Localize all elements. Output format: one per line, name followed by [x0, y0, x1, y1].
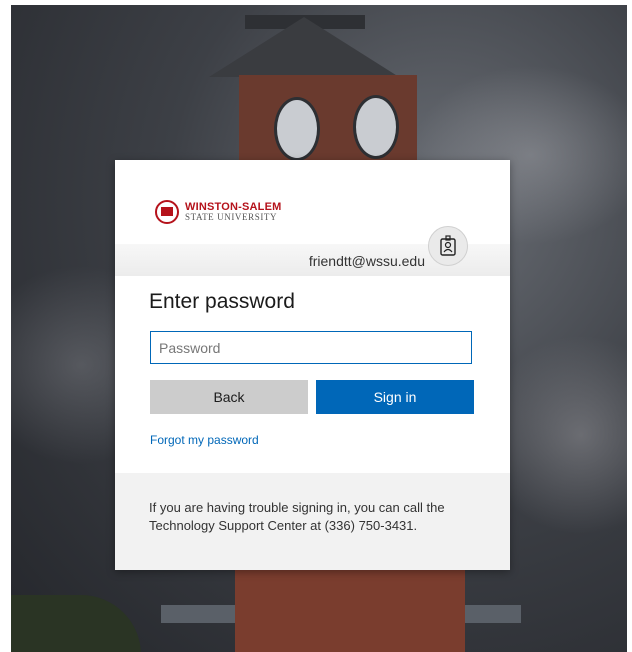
logo-subtitle: STATE UNIVERSITY [185, 212, 278, 222]
tower-roof [209, 17, 399, 77]
trees [11, 595, 141, 652]
logo-text: WINSTON-SALEM STATE UNIVERSITY [185, 201, 282, 223]
logo-emblem-icon [155, 200, 179, 224]
logo-name: WINSTON-SALEM [185, 201, 282, 213]
password-input[interactable] [150, 331, 472, 364]
account-email: friendtt@wssu.edu [308, 253, 425, 269]
clock-face-icon [353, 95, 399, 159]
sign-in-card: WINSTON-SALEM STATE UNIVERSITY friendtt@… [115, 160, 510, 570]
support-message: If you are having trouble signing in, yo… [149, 500, 445, 533]
help-footer: If you are having trouble signing in, yo… [115, 473, 510, 570]
sign-in-button[interactable]: Sign in [316, 380, 474, 414]
forgot-password-link[interactable]: Forgot my password [150, 433, 259, 447]
back-button[interactable]: Back [150, 380, 308, 414]
tower-base [235, 565, 465, 652]
login-page: WINSTON-SALEM STATE UNIVERSITY friendtt@… [0, 0, 632, 652]
university-logo: WINSTON-SALEM STATE UNIVERSITY [155, 197, 282, 227]
page-title: Enter password [149, 290, 295, 313]
badge-person-icon [428, 226, 468, 266]
clock-face-icon [274, 97, 320, 161]
